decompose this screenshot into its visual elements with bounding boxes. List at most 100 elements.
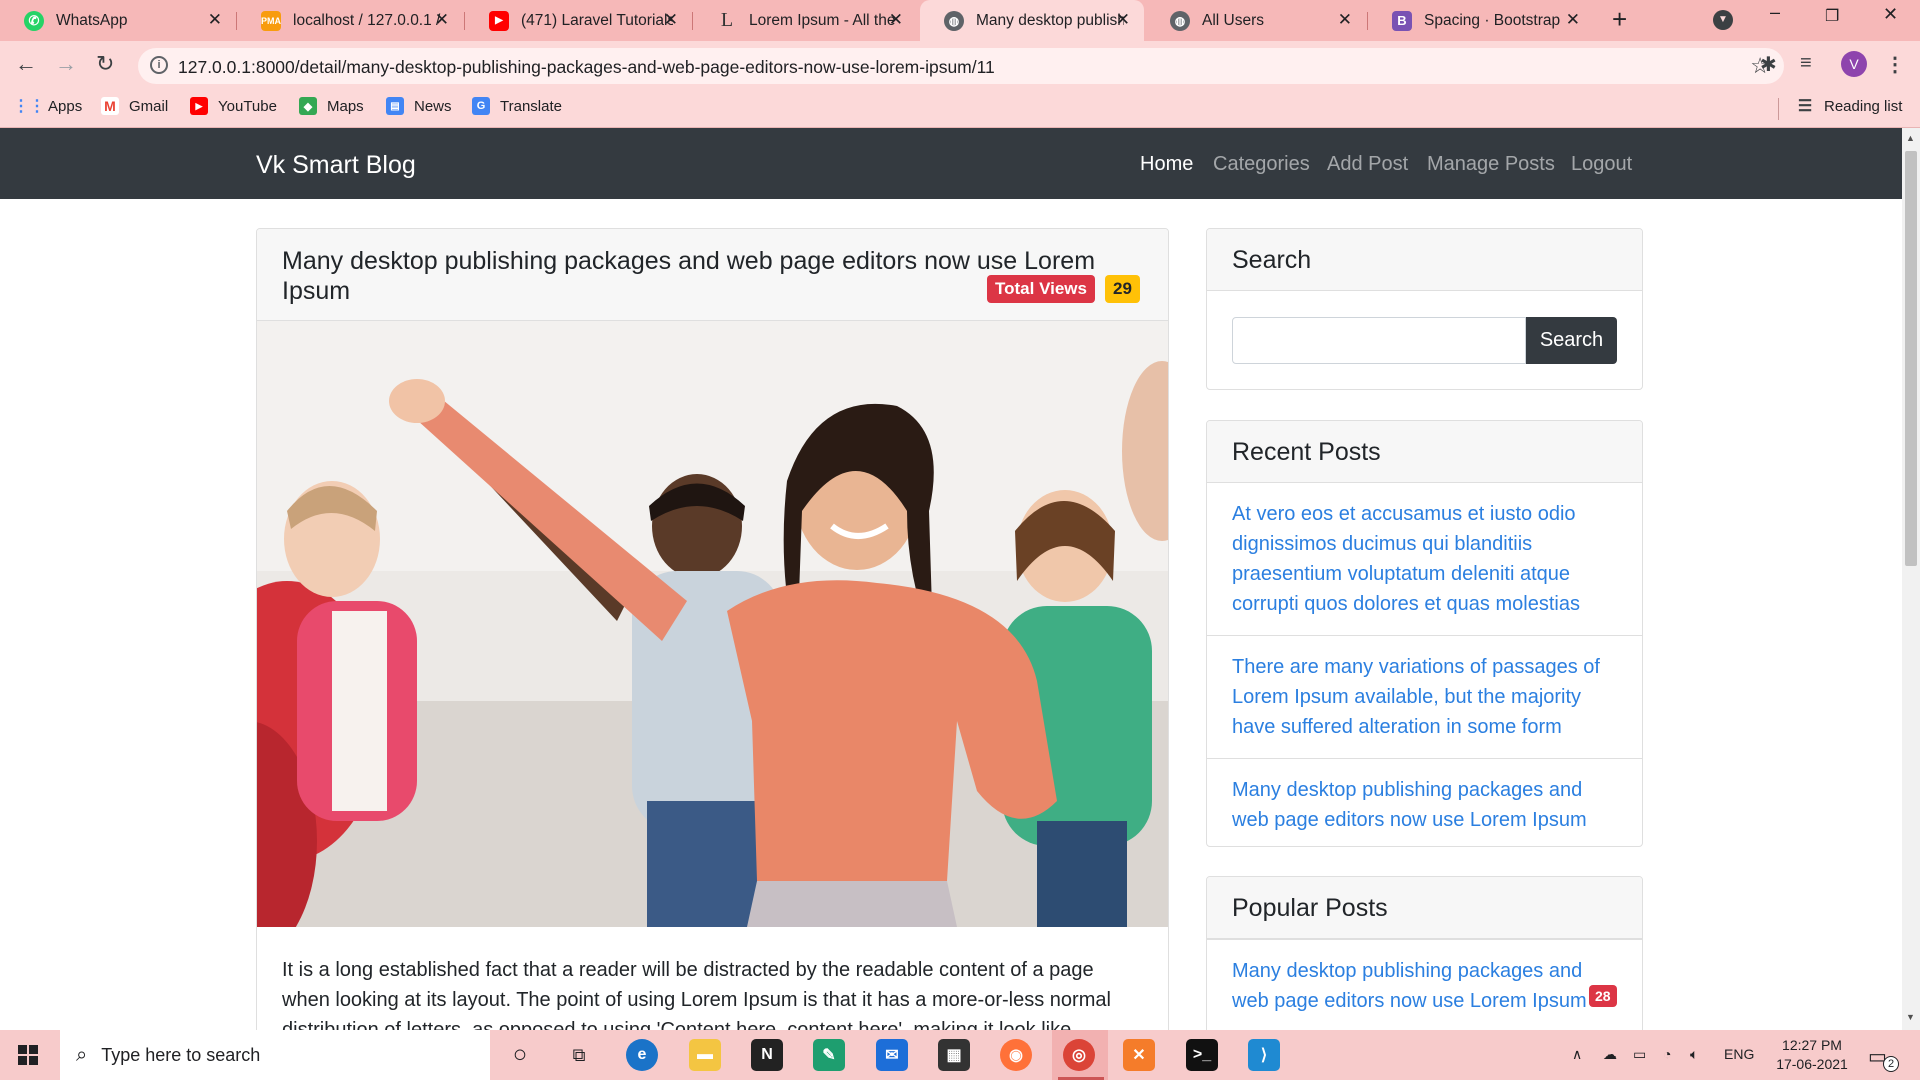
bookmark-apps[interactable]: ⋮⋮ Apps (13, 97, 83, 116)
bookmark-maps[interactable]: ◆ Maps (299, 97, 364, 115)
search-input[interactable] (1232, 317, 1526, 364)
bookmark-translate[interactable]: G Translate (472, 97, 562, 115)
tab-all-users[interactable]: ◍ All Users ✕ (1146, 0, 1366, 41)
wifi-icon[interactable]: ◔ (1663, 1046, 1671, 1062)
new-tab-icon[interactable]: + (1612, 4, 1627, 35)
reading-list-icon: ☰ (1797, 98, 1813, 115)
taskbar-search[interactable]: ⌕ Type here to search (60, 1030, 490, 1080)
tab-search-icon[interactable]: ▼ (1713, 10, 1733, 30)
popular-post-item[interactable]: Many desktop publishing packages and web… (1207, 939, 1642, 1032)
recent-post-link[interactable]: There are many variations of passages of… (1207, 635, 1642, 758)
firefox-icon[interactable]: ◉ (1000, 1039, 1032, 1071)
views-count-badge: 29 (1105, 275, 1140, 303)
popular-posts-title: Popular Posts (1207, 877, 1642, 939)
window-close-icon[interactable]: ✕ (1883, 4, 1898, 25)
tab-current[interactable]: ◍ Many desktop publish ✕ (920, 0, 1144, 41)
tab-title: (471) Laravel Tutorials (521, 11, 673, 29)
tab-title: Spacing · Bootstrap (1424, 11, 1561, 29)
post-photo-illustration (257, 321, 1168, 927)
extensions-icon[interactable]: ✱ (1760, 52, 1777, 77)
tab-lipsum[interactable]: L Lorem Ipsum - All the ✕ (693, 0, 917, 41)
tab-title: Many desktop publish (976, 11, 1124, 29)
site-brand[interactable]: Vk Smart Blog (256, 151, 416, 180)
menu-icon[interactable]: ⋮ (1885, 52, 1905, 77)
store-icon[interactable]: ▦ (938, 1039, 970, 1071)
tab-bootstrap[interactable]: B Spacing · Bootstrap ✕ (1368, 0, 1594, 41)
windows-taskbar: ⌕ Type here to search ○ ⧉ e ▬ N ✎ ✉ ▦ ◉ … (0, 1030, 1920, 1080)
terminal-icon[interactable]: >_ (1186, 1039, 1218, 1071)
close-icon[interactable]: ✕ (1116, 10, 1130, 30)
bookmark-label: Apps (48, 97, 83, 115)
nav-manage-posts[interactable]: Manage Posts (1427, 153, 1555, 176)
gmail-icon: M (101, 97, 119, 115)
bookmark-news[interactable]: ▤ News (386, 97, 452, 115)
popular-post-count-badge: 28 (1589, 985, 1617, 1007)
phpmyadmin-icon: PMA (261, 10, 281, 31)
url-text[interactable]: 127.0.0.1:8000/detail/many-desktop-publi… (178, 57, 995, 78)
tab-title: Lorem Ipsum - All the (749, 11, 896, 29)
close-icon[interactable]: ✕ (1338, 10, 1352, 30)
clock[interactable]: 12:27 PM 17-06-2021 (1772, 1036, 1852, 1074)
reading-list[interactable]: ☰ Reading list (1796, 97, 1903, 116)
whiteboard-icon[interactable]: ✎ (813, 1039, 845, 1071)
nav-add-post[interactable]: Add Post (1327, 153, 1408, 176)
address-bar[interactable]: i 127.0.0.1:8000/detail/many-desktop-pub… (138, 48, 1784, 84)
mail-icon[interactable]: ✉ (876, 1039, 908, 1071)
search-button[interactable]: Search (1526, 317, 1617, 364)
nav-categories[interactable]: Categories (1213, 153, 1310, 176)
recent-posts-list: At vero eos et accusamus et iusto odio d… (1207, 483, 1642, 846)
info-icon[interactable]: i (150, 56, 168, 74)
back-icon[interactable]: ← (15, 51, 37, 77)
tab-youtube[interactable]: ▶ (471) Laravel Tutorials ✕ (465, 0, 692, 41)
lipsum-icon: L (720, 9, 734, 31)
scrollbar-thumb[interactable] (1905, 151, 1917, 566)
clock-date: 17-06-2021 (1776, 1056, 1848, 1072)
close-icon[interactable]: ✕ (1566, 10, 1580, 30)
cortana-icon[interactable]: ○ (504, 1039, 536, 1071)
close-icon[interactable]: ✕ (435, 10, 449, 30)
search-card-title: Search (1207, 229, 1642, 291)
windows-start-icon[interactable] (18, 1045, 38, 1065)
bookmark-label: Maps (327, 97, 364, 115)
popular-posts-card: Popular Posts Many desktop publishing pa… (1206, 876, 1643, 1046)
notion-icon[interactable]: N (751, 1039, 783, 1071)
site-navbar: Vk Smart Blog Home Categories Add Post M… (0, 128, 1902, 199)
xampp-icon[interactable]: ✕ (1123, 1039, 1155, 1071)
total-views-badge: Total Views (987, 275, 1095, 303)
volume-icon[interactable]: 🔈︎ (1690, 1046, 1698, 1063)
task-view-icon[interactable]: ⧉ (563, 1039, 595, 1071)
nav-home[interactable]: Home (1140, 153, 1193, 176)
nav-logout[interactable]: Logout (1571, 153, 1632, 176)
scroll-up-icon[interactable]: ▲ (1906, 133, 1915, 143)
edge-icon[interactable]: e (626, 1039, 658, 1071)
popular-post-link[interactable]: Many desktop publishing packages and web… (1232, 960, 1587, 1012)
search-card: Search Search (1206, 228, 1643, 390)
close-icon[interactable]: ✕ (889, 10, 903, 30)
vscode-icon[interactable]: ⟩ (1248, 1039, 1280, 1071)
chrome-icon[interactable]: ◎ (1063, 1039, 1095, 1071)
bookmark-gmail[interactable]: M Gmail (101, 97, 168, 115)
forward-icon[interactable]: → (55, 51, 77, 77)
battery-icon[interactable]: ▭ (1633, 1046, 1646, 1063)
recent-post-link[interactable]: Many desktop publishing packages and web… (1207, 758, 1642, 846)
globe-icon: ◍ (1170, 10, 1190, 31)
minimize-icon[interactable]: – (1770, 2, 1780, 23)
tab-whatsapp[interactable]: ✆ WhatsApp ✕ (0, 0, 236, 41)
page-scrollbar[interactable]: ▲ ▼ (1902, 128, 1920, 1030)
tray-network-drive-icon[interactable]: ☁ (1603, 1046, 1617, 1063)
tray-chevron-icon[interactable]: ∧ (1572, 1046, 1582, 1063)
reload-icon[interactable]: ↻ (96, 51, 114, 77)
file-explorer-icon[interactable]: ▬ (689, 1039, 721, 1071)
avatar[interactable]: V (1841, 51, 1867, 77)
recent-post-link[interactable]: At vero eos et accusamus et iusto odio d… (1207, 483, 1642, 635)
language-indicator[interactable]: ENG (1724, 1046, 1754, 1062)
close-icon[interactable]: ✕ (664, 10, 678, 30)
scroll-down-icon[interactable]: ▼ (1906, 1012, 1915, 1022)
tab-title: WhatsApp (56, 11, 128, 29)
translate-icon: G (472, 97, 490, 115)
close-icon[interactable]: ✕ (208, 10, 222, 30)
media-control-icon[interactable]: ≡ (1800, 52, 1812, 75)
bookmark-youtube[interactable]: ▶ YouTube (190, 97, 277, 115)
restore-icon[interactable]: ❐ (1825, 6, 1839, 26)
tab-phpmyadmin[interactable]: PMA localhost / 127.0.0.1 / ✕ (237, 0, 463, 41)
